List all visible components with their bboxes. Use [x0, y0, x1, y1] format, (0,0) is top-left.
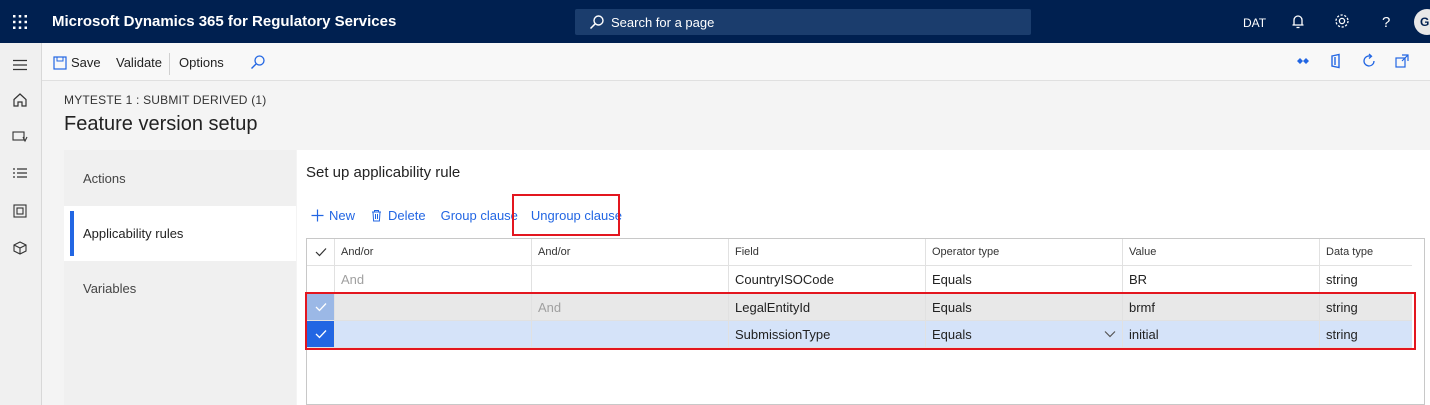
group-clause-button[interactable]: Group clause [441, 208, 518, 223]
new-label: New [329, 207, 356, 223]
highlight-box-rows [305, 292, 1416, 350]
vertical-tabs: Actions Applicability rules Variables [64, 150, 296, 405]
save-label: Save [71, 55, 101, 70]
tab-applicability-rules[interactable]: Applicability rules [64, 206, 296, 261]
hamburger-icon[interactable] [11, 56, 29, 74]
avatar[interactable]: G [1414, 9, 1430, 35]
bell-icon[interactable] [1289, 12, 1307, 30]
top-bar: Microsoft Dynamics 365 for Regulatory Se… [0, 0, 1430, 43]
home-icon[interactable] [11, 91, 29, 109]
options-tab[interactable]: Options [179, 55, 224, 70]
save-icon [53, 55, 67, 70]
refresh-icon[interactable] [1361, 53, 1377, 69]
cell-andor-1[interactable]: And [335, 266, 532, 292]
office-icon[interactable] [1328, 53, 1344, 69]
favorites-icon[interactable] [11, 128, 29, 146]
new-button[interactable]: New [311, 208, 355, 223]
svg-text:?: ? [1382, 14, 1390, 30]
column-header-data-type[interactable]: Data type [1320, 239, 1412, 265]
cell-operator[interactable]: Equals [926, 266, 1123, 292]
search-icon[interactable] [250, 54, 266, 70]
help-icon[interactable]: ? [1377, 12, 1395, 30]
power-apps-icon[interactable] [1295, 53, 1311, 69]
company-picker[interactable]: DAT [1243, 16, 1266, 30]
delete-label: Delete [388, 207, 426, 223]
save-button[interactable]: Save [53, 55, 101, 70]
cell-andor-2[interactable] [532, 266, 729, 292]
column-header-andor-1[interactable]: And/or [335, 239, 532, 265]
row-checkbox[interactable] [307, 266, 335, 292]
recent-icon[interactable] [11, 239, 29, 257]
highlight-box-ungroup [512, 194, 620, 236]
column-header-field[interactable]: Field [729, 239, 926, 265]
validate-button[interactable]: Validate [116, 55, 162, 70]
modules-list-icon[interactable] [11, 165, 29, 183]
workspaces-icon[interactable] [11, 202, 29, 220]
grid-header-row: And/or And/or Field Operator type Value … [307, 239, 1412, 266]
search-input[interactable]: Search for a page [575, 9, 1031, 35]
open-new-window-icon[interactable] [1394, 53, 1410, 69]
table-row[interactable]: And CountryISOCode Equals BR string [307, 266, 1412, 293]
toolbar-divider [169, 53, 170, 75]
search-placeholder: Search for a page [611, 14, 715, 30]
gear-icon[interactable] [1333, 12, 1351, 30]
nav-rail [0, 43, 42, 405]
page-title: Feature version setup [64, 113, 258, 135]
search-icon [589, 15, 604, 30]
cell-field[interactable]: CountryISOCode [729, 266, 926, 292]
cell-value[interactable]: BR [1123, 266, 1320, 292]
select-all-checkbox[interactable] [307, 239, 335, 265]
action-pane: Save Validate Options [42, 43, 1430, 81]
delete-button[interactable]: Delete [370, 208, 426, 223]
trash-icon [372, 209, 382, 221]
plus-icon [311, 209, 324, 221]
app-launcher-icon[interactable] [0, 0, 40, 43]
column-header-andor-2[interactable]: And/or [532, 239, 729, 265]
tab-variables[interactable]: Variables [64, 261, 296, 316]
app-title[interactable]: Microsoft Dynamics 365 for Regulatory Se… [52, 13, 396, 30]
section-title: Set up applicability rule [306, 164, 461, 181]
breadcrumb: MYTESTE 1 : SUBMIT DERIVED (1) [64, 93, 267, 107]
tab-actions[interactable]: Actions [64, 151, 296, 206]
checkmark-icon [315, 248, 326, 257]
column-header-operator-type[interactable]: Operator type [926, 239, 1123, 265]
cell-data-type: string [1326, 271, 1358, 287]
column-header-value[interactable]: Value [1123, 239, 1320, 265]
